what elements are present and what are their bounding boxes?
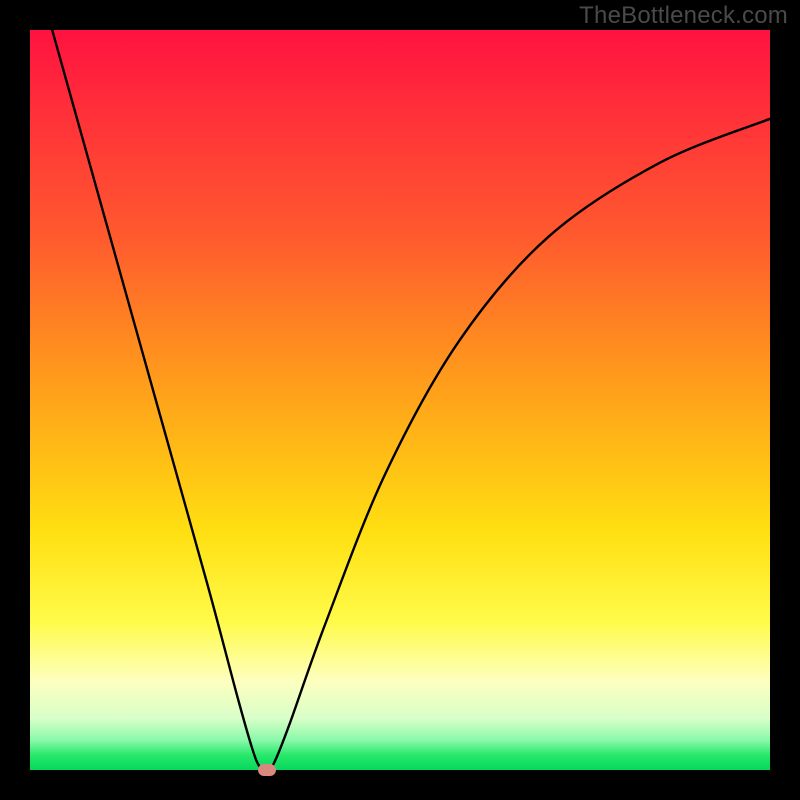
curve-layer [30, 30, 770, 770]
bottleneck-curve-path [52, 30, 770, 770]
watermark-text: TheBottleneck.com [579, 2, 788, 30]
plot-area [30, 30, 770, 770]
chart-frame: TheBottleneck.com [0, 0, 800, 800]
marker-dot [258, 764, 276, 776]
